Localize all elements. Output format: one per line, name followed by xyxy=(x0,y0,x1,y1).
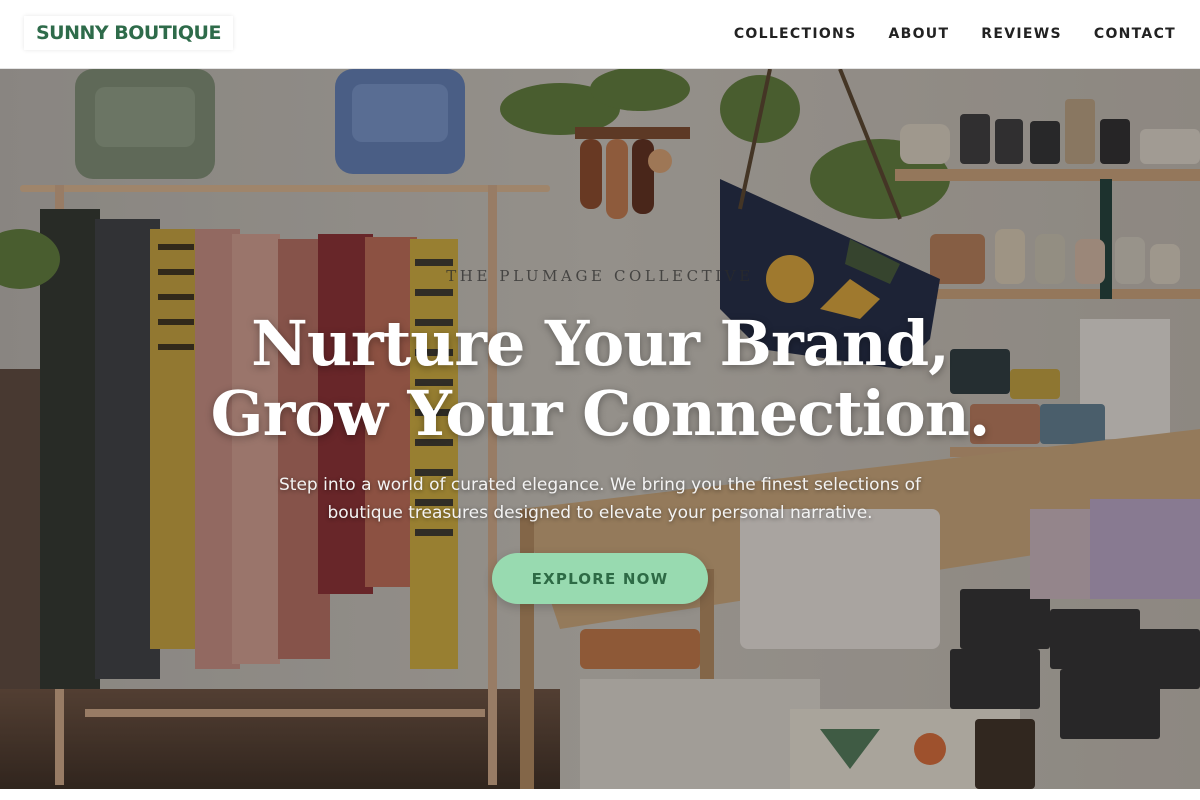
nav-link-contact[interactable]: CONTACT xyxy=(1094,26,1176,42)
hero-headline-line-2: Grow Your Connection. xyxy=(210,377,991,450)
hero-eyebrow: THE PLUMAGE COLLECTIVE xyxy=(446,267,754,285)
main-nav: COLLECTIONS ABOUT REVIEWS CONTACT xyxy=(734,0,1176,68)
brand-logo[interactable]: SUNNY BOUTIQUE xyxy=(24,16,233,50)
hero-section: THE PLUMAGE COLLECTIVE Nurture Your Bran… xyxy=(0,69,1200,789)
site-header: SUNNY BOUTIQUE COLLECTIONS ABOUT REVIEWS… xyxy=(0,0,1200,69)
hero-content: THE PLUMAGE COLLECTIVE Nurture Your Bran… xyxy=(0,69,1200,789)
hero-headline-line-1: Nurture Your Brand, xyxy=(251,307,950,380)
nav-link-about[interactable]: ABOUT xyxy=(888,26,949,42)
nav-link-collections[interactable]: COLLECTIONS xyxy=(734,26,857,42)
nav-link-reviews[interactable]: REVIEWS xyxy=(981,26,1062,42)
explore-now-button[interactable]: EXPLORE NOW xyxy=(492,553,708,604)
page: SUNNY BOUTIQUE COLLECTIONS ABOUT REVIEWS… xyxy=(0,0,1200,800)
hero-headline: Nurture Your Brand, Grow Your Connection… xyxy=(100,309,1100,449)
hero-subtext: Step into a world of curated elegance. W… xyxy=(279,475,921,523)
